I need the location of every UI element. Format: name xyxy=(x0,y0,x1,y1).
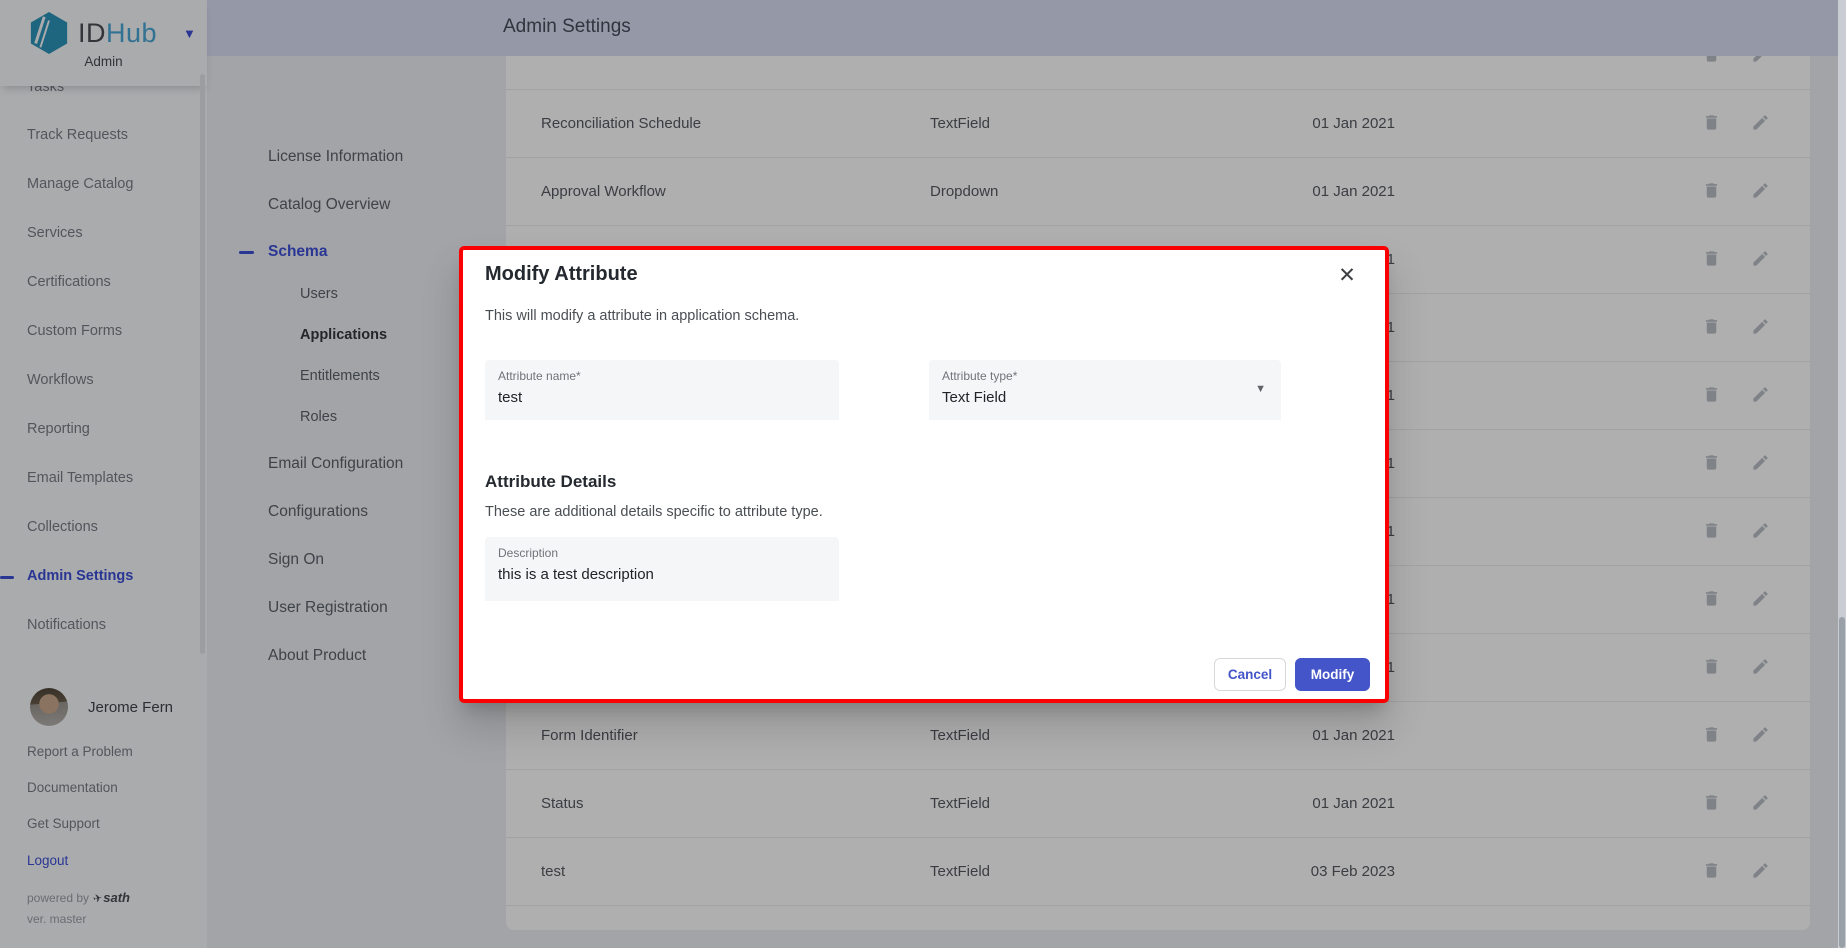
description-input[interactable]: this is a test description xyxy=(498,566,654,583)
attribute-type-label: Attribute type* xyxy=(942,369,1017,383)
close-icon[interactable]: ✕ xyxy=(1333,262,1361,290)
attribute-name-field[interactable]: Attribute name* test xyxy=(485,360,839,420)
description-label: Description xyxy=(498,546,558,560)
modify-attribute-dialog: Modify Attribute ✕ This will modify a at… xyxy=(459,246,1389,703)
modify-button[interactable]: Modify xyxy=(1295,658,1370,691)
attribute-name-input[interactable]: test xyxy=(498,389,522,406)
chevron-down-icon[interactable]: ▼ xyxy=(1255,383,1266,395)
attribute-type-value: Text Field xyxy=(942,389,1006,406)
attribute-details-heading: Attribute Details xyxy=(485,472,616,492)
cancel-button[interactable]: Cancel xyxy=(1214,658,1286,691)
description-field[interactable]: Description this is a test description xyxy=(485,537,839,601)
app-root: IDHub ▼ Admin TasksTrack RequestsManage … xyxy=(0,0,1846,948)
attribute-type-select[interactable]: Attribute type* Text Field ▼ xyxy=(929,360,1281,420)
scrollbar-thumb[interactable] xyxy=(1839,617,1845,948)
attribute-name-label: Attribute name* xyxy=(498,369,581,383)
attribute-details-subtitle: These are additional details specific to… xyxy=(485,504,823,520)
dialog-title: Modify Attribute xyxy=(485,263,638,286)
dialog-subtitle: This will modify a attribute in applicat… xyxy=(485,308,799,324)
